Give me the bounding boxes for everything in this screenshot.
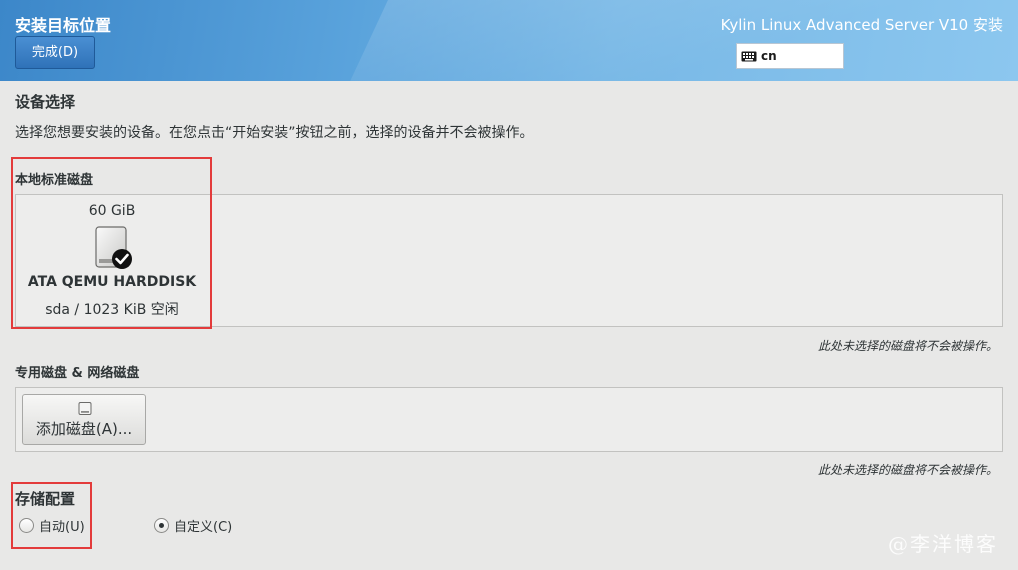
radio-custom-indicator[interactable]: [154, 518, 169, 533]
highlight-local-disk: [11, 157, 212, 329]
page-title: 安装目标位置: [15, 16, 112, 35]
radio-custom-label: 自定义(C): [174, 520, 233, 535]
header-bar: 安装目标位置 完成(D) Kylin Linux Advanced Server…: [0, 0, 1018, 81]
done-button[interactable]: 完成(D): [15, 36, 95, 69]
product-title: Kylin Linux Advanced Server V10 安装: [720, 16, 1003, 34]
add-disk-label: 添加磁盘(A)...: [35, 420, 133, 438]
keyboard-icon: [741, 51, 757, 62]
local-disks-hint: 此处未选择的磁盘将不会被操作。: [817, 339, 998, 353]
disk-add-icon: [78, 400, 92, 415]
highlight-storage-config: [11, 482, 92, 549]
specialized-disks-label: 专用磁盘 & 网络磁盘: [15, 366, 140, 381]
watermark-text: @李洋博客: [888, 532, 998, 556]
device-selection-description: 选择您想要安装的设备。在您点击“开始安装”按钮之前，选择的设备并不会被操作。: [15, 125, 534, 141]
device-selection-title: 设备选择: [15, 93, 76, 111]
specialized-disks-panel: [15, 387, 1003, 452]
specialized-disks-hint: 此处未选择的磁盘将不会被操作。: [817, 463, 998, 477]
keyboard-layout-label: cn: [761, 49, 777, 63]
add-disk-button[interactable]: 添加磁盘(A)...: [22, 394, 146, 445]
keyboard-layout-indicator[interactable]: cn: [736, 43, 844, 69]
radio-custom[interactable]: 自定义(C): [154, 516, 232, 535]
